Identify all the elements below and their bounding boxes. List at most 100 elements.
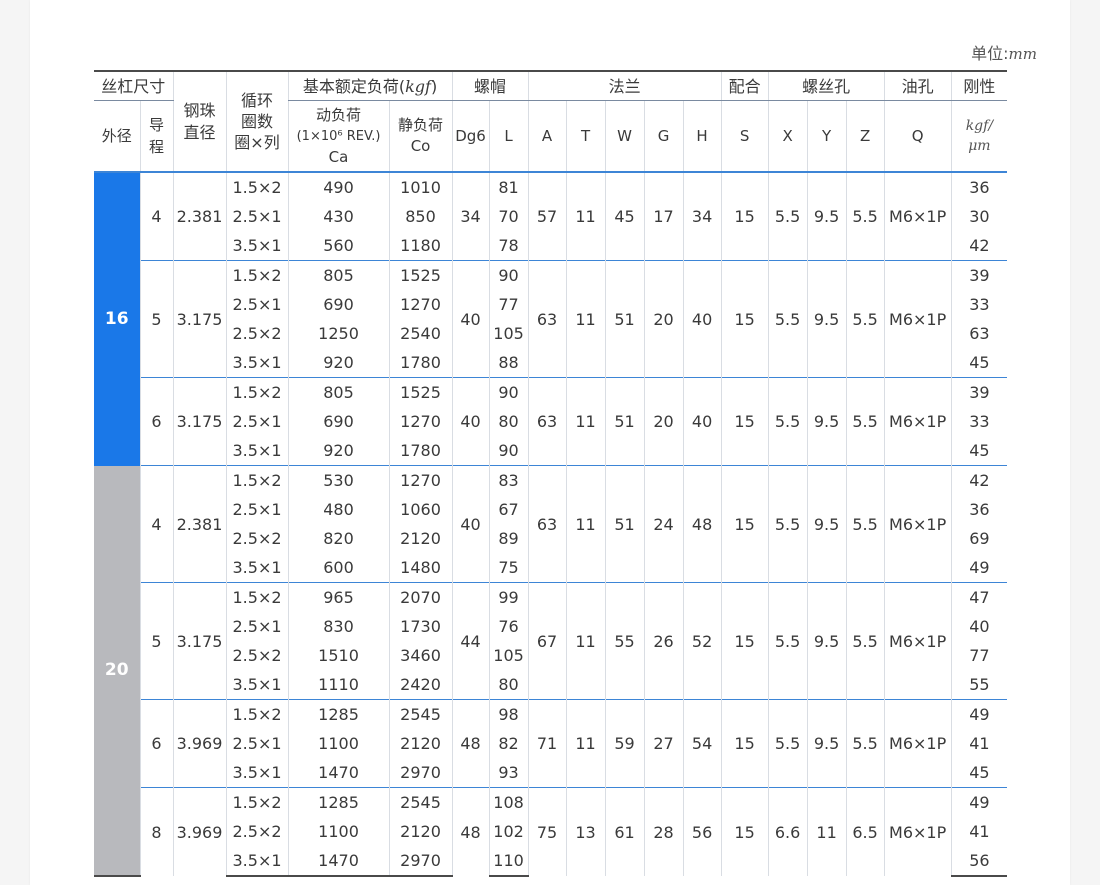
cell-ca: 1470 xyxy=(287,758,390,788)
cell-turns: 2.5×2 xyxy=(225,524,289,553)
cell-w: 61 xyxy=(604,787,645,876)
cell-t: 11 xyxy=(565,699,606,788)
cell-ball: 3.969 xyxy=(172,787,227,876)
cell-x: 5.5 xyxy=(767,377,808,466)
cell-turns: 1.5×2 xyxy=(225,699,289,729)
cell-turns: 1.5×2 xyxy=(225,787,289,817)
cell-k: 41 xyxy=(950,729,1008,758)
cell-co: 1730 xyxy=(388,612,453,641)
cell-l: 77 xyxy=(488,290,529,319)
header-rigidity-unit-line1: kgf/ xyxy=(965,118,994,134)
cell-turns: 2.5×2 xyxy=(225,817,289,846)
cell-g: 27 xyxy=(643,699,684,788)
cell-l: 102 xyxy=(488,817,529,846)
cell-co: 1780 xyxy=(388,348,453,378)
cell-co: 2120 xyxy=(388,729,453,758)
cell-co: 1270 xyxy=(388,290,453,319)
cell-ca: 600 xyxy=(287,553,390,583)
cell-dg6: 34 xyxy=(451,172,490,261)
cell-y: 9.5 xyxy=(806,582,847,700)
cell-t: 11 xyxy=(565,260,606,378)
cell-dg6: 48 xyxy=(451,699,490,788)
cell-k: 33 xyxy=(950,407,1008,436)
header-bolt-hole: 螺丝孔 xyxy=(767,70,885,101)
cell-t: 13 xyxy=(565,787,606,876)
cell-g: 24 xyxy=(643,465,684,583)
cell-a: 63 xyxy=(527,260,567,378)
unit-note: 单位:mm xyxy=(950,40,1037,63)
header-circuits: 循环 圈数 圈×列 xyxy=(225,70,289,173)
cell-g: 26 xyxy=(643,582,684,700)
cell-k: 55 xyxy=(950,670,1008,700)
cell-q: M6×1P xyxy=(883,172,952,261)
cell-t: 11 xyxy=(565,465,606,583)
header-dynamic-load-line2: (1×10⁶ REV.) xyxy=(296,128,381,144)
cell-w: 55 xyxy=(604,582,645,700)
cell-ca: 1285 xyxy=(287,787,390,817)
cell-ca: 820 xyxy=(287,524,390,553)
cell-y: 9.5 xyxy=(806,172,847,261)
cell-y: 11 xyxy=(806,787,847,876)
header-fit: 配合 xyxy=(720,70,769,101)
cell-ca: 805 xyxy=(287,260,390,290)
cell-co: 2545 xyxy=(388,787,453,817)
header-x: X xyxy=(767,100,808,173)
header-y: Y xyxy=(806,100,847,173)
cell-ca: 560 xyxy=(287,231,390,261)
ball-screw-spec-table: 丝杠尺寸 钢珠直径 循环 圈数 圈×列 基本额定负荷(kgf) 螺帽 法兰 配合… xyxy=(94,70,1008,877)
cell-ca: 690 xyxy=(287,407,390,436)
cell-w: 51 xyxy=(604,465,645,583)
cell-turns: 2.5×1 xyxy=(225,729,289,758)
cell-w: 45 xyxy=(604,172,645,261)
cell-l: 76 xyxy=(488,612,529,641)
cell-y: 9.5 xyxy=(806,699,847,788)
header-load-rating-close: ) xyxy=(430,76,438,96)
cell-turns: 3.5×1 xyxy=(225,436,289,466)
cell-dg6: 40 xyxy=(451,465,490,583)
cell-ca: 920 xyxy=(287,348,390,378)
cell-l: 110 xyxy=(488,846,529,877)
cell-x: 6.6 xyxy=(767,787,808,876)
cell-ca: 690 xyxy=(287,290,390,319)
cell-s: 15 xyxy=(720,699,769,788)
cell-co: 1780 xyxy=(388,436,453,466)
cell-k: 45 xyxy=(950,436,1008,466)
header-rigidity: 刚性 xyxy=(950,70,1008,101)
header-circuits-line2: 圈数 xyxy=(241,112,274,131)
cell-t: 11 xyxy=(565,582,606,700)
header-dg6: Dg6 xyxy=(451,100,490,173)
cell-ca: 1100 xyxy=(287,729,390,758)
table-body: 16 4 2.381 1.5×2 490 1010 34 81 57 11 45 17 34 15 5.5 9… xyxy=(94,172,1008,877)
cell-z: 6.5 xyxy=(845,787,885,876)
cell-co: 850 xyxy=(388,202,453,231)
cell-turns: 2.5×2 xyxy=(225,641,289,670)
cell-co: 2970 xyxy=(388,758,453,788)
header-dynamic-load: 动负荷 (1×10⁶ REV.) Ca xyxy=(287,100,390,173)
cell-w: 59 xyxy=(604,699,645,788)
cell-turns: 3.5×1 xyxy=(225,758,289,788)
header-rigidity-unit: kgf/ μm xyxy=(950,100,1008,173)
cell-ca: 965 xyxy=(287,582,390,612)
cell-ball: 3.175 xyxy=(172,377,227,466)
cell-l: 88 xyxy=(488,348,529,378)
cell-l: 82 xyxy=(488,729,529,758)
cell-x: 5.5 xyxy=(767,260,808,378)
cell-y: 9.5 xyxy=(806,465,847,583)
cell-k: 39 xyxy=(950,377,1008,407)
cell-x: 5.5 xyxy=(767,699,808,788)
cell-q: M6×1P xyxy=(883,787,952,876)
cell-w: 51 xyxy=(604,377,645,466)
cell-l: 78 xyxy=(488,231,529,261)
cell-l: 70 xyxy=(488,202,529,231)
cell-w: 51 xyxy=(604,260,645,378)
cell-k: 56 xyxy=(950,846,1008,877)
cell-s: 15 xyxy=(720,260,769,378)
cell-x: 5.5 xyxy=(767,582,808,700)
cell-q: M6×1P xyxy=(883,699,952,788)
cell-l: 90 xyxy=(488,260,529,290)
cell-co: 2420 xyxy=(388,670,453,700)
cell-turns: 1.5×2 xyxy=(225,260,289,290)
cell-z: 5.5 xyxy=(845,465,885,583)
table-header: 丝杠尺寸 钢珠直径 循环 圈数 圈×列 基本额定负荷(kgf) 螺帽 法兰 配合… xyxy=(94,70,1008,173)
cell-h: 40 xyxy=(682,377,722,466)
